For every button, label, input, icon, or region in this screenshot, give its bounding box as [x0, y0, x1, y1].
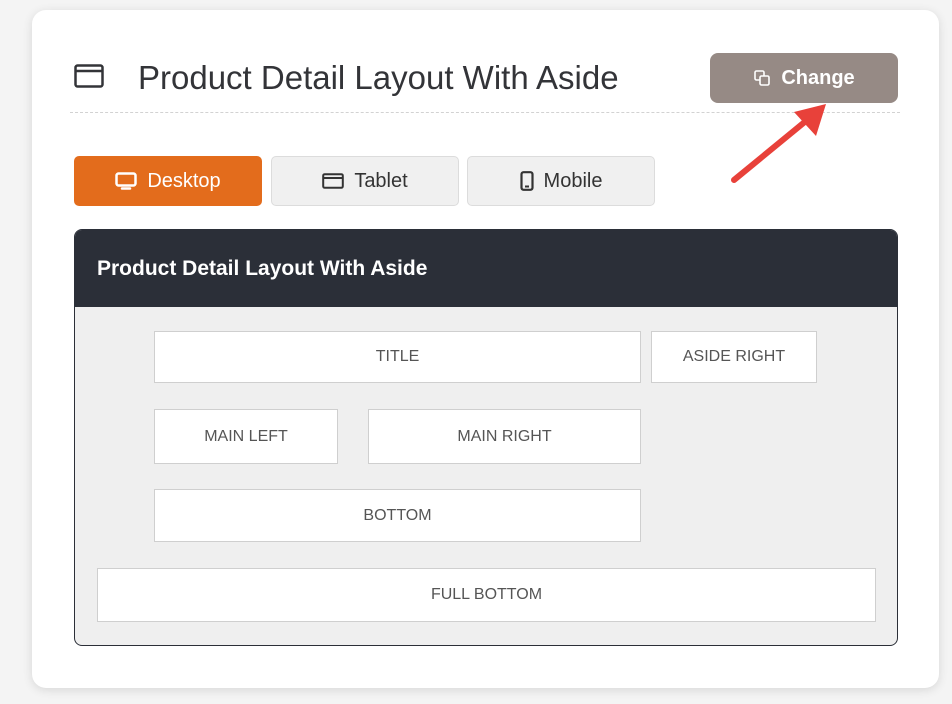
tab-tablet-label: Tablet: [354, 169, 408, 192]
tab-tablet[interactable]: Tablet: [271, 156, 459, 206]
region-title[interactable]: TITLE: [154, 331, 641, 383]
region-aside-right[interactable]: ASIDE RIGHT: [651, 331, 817, 383]
region-main-right[interactable]: MAIN RIGHT: [368, 409, 641, 464]
desktop-icon: [115, 172, 138, 190]
tab-desktop-label: Desktop: [147, 169, 221, 192]
region-main-left[interactable]: MAIN LEFT: [154, 409, 338, 464]
page-title: Product Detail Layout With Aside: [138, 59, 619, 96]
annotation-arrow: [731, 104, 826, 183]
swap-icon: [754, 70, 771, 86]
window-icon: [74, 64, 104, 88]
tab-mobile-label: Mobile: [543, 169, 603, 192]
mobile-icon: [519, 171, 534, 191]
tablet-icon: [322, 173, 345, 189]
region-full-bottom[interactable]: FULL BOTTOM: [97, 568, 876, 622]
region-bottom[interactable]: BOTTOM: [154, 489, 641, 542]
layout-preview-title: Product Detail Layout With Aside: [75, 230, 897, 307]
layout-preview: Product Detail Layout With Aside TITLE A…: [74, 229, 898, 646]
tab-desktop[interactable]: Desktop: [74, 156, 262, 206]
tab-mobile[interactable]: Mobile: [467, 156, 655, 206]
change-button-label: Change: [781, 66, 855, 89]
